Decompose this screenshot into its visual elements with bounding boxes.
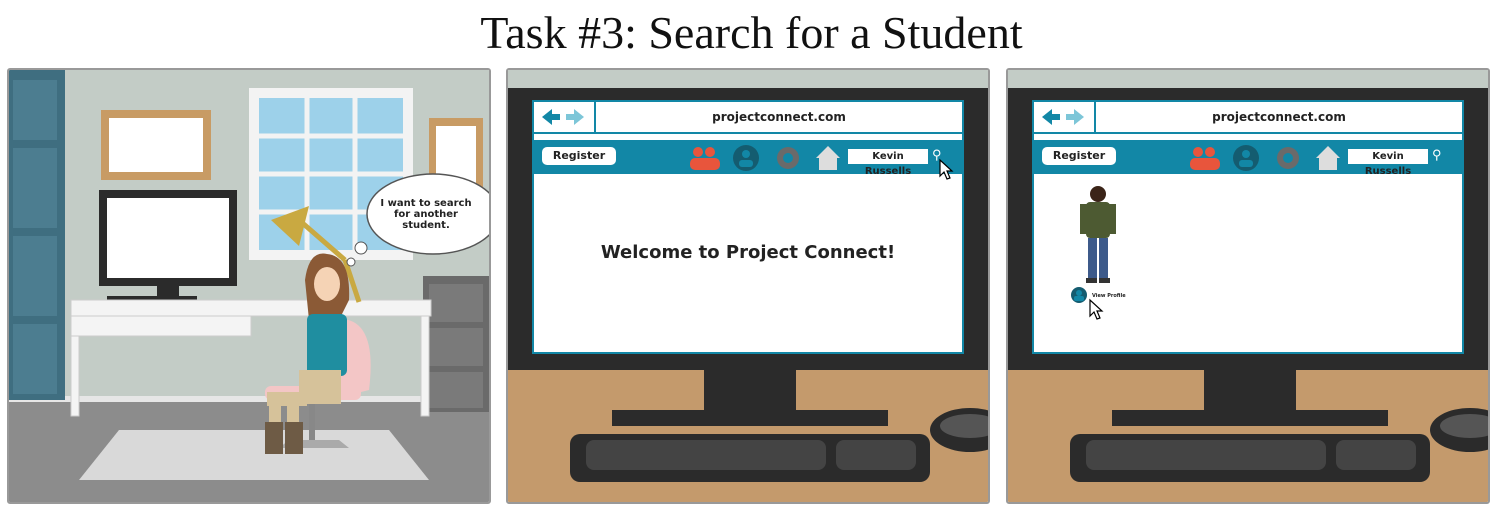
site-navbar: Register Kevin Russells ⚲	[534, 140, 962, 180]
register-button[interactable]: Register	[542, 147, 616, 165]
panel-room-scene: I want to search for another student.	[7, 68, 491, 504]
user-icon[interactable]	[733, 145, 759, 171]
people-icon[interactable]	[1190, 147, 1220, 170]
cursor-icon	[939, 158, 954, 180]
search-input[interactable]: Kevin Russells	[848, 149, 928, 177]
browser-window: projectconnect.com Register Kevin Russel…	[532, 100, 964, 354]
back-arrow-icon[interactable]	[542, 109, 560, 125]
thought-bubble-text: I want to search for another student.	[380, 198, 472, 231]
nav-arrows	[534, 102, 596, 132]
gear-icon[interactable]	[1277, 147, 1299, 169]
forward-arrow-icon[interactable]	[566, 109, 584, 125]
search-input[interactable]: Kevin Russells	[1348, 149, 1428, 177]
people-icon[interactable]	[690, 147, 720, 170]
register-button[interactable]: Register	[1042, 147, 1116, 165]
home-icon[interactable]	[1316, 146, 1340, 170]
address-bar: projectconnect.com	[534, 102, 962, 134]
cursor-icon	[1089, 298, 1104, 320]
panel-welcome-screen: projectconnect.com Register Kevin Russel…	[506, 68, 990, 504]
site-navbar: Register Kevin Russells ⚲	[1034, 140, 1462, 177]
forward-arrow-icon[interactable]	[1066, 109, 1084, 125]
url-text[interactable]: projectconnect.com	[1096, 102, 1462, 132]
panel-search-result: projectconnect.com Register Kevin Russel…	[1006, 68, 1490, 504]
home-icon[interactable]	[816, 146, 840, 170]
browser-window: projectconnect.com Register Kevin Russel…	[1032, 100, 1464, 354]
url-text[interactable]: projectconnect.com	[596, 102, 962, 132]
address-bar: projectconnect.com	[1034, 102, 1462, 134]
search-icon[interactable]: ⚲	[1432, 147, 1442, 163]
page-title: Task #3: Search for a Student	[480, 7, 1023, 58]
user-icon[interactable]	[1233, 145, 1259, 171]
profile-user-icon[interactable]	[1070, 286, 1088, 304]
nav-arrows	[1034, 102, 1096, 132]
back-arrow-icon[interactable]	[1042, 109, 1060, 125]
student-avatar[interactable]	[1078, 184, 1118, 284]
room-illustration	[9, 70, 489, 502]
welcome-heading: Welcome to Project Connect!	[600, 242, 896, 263]
gear-icon[interactable]	[777, 147, 799, 169]
